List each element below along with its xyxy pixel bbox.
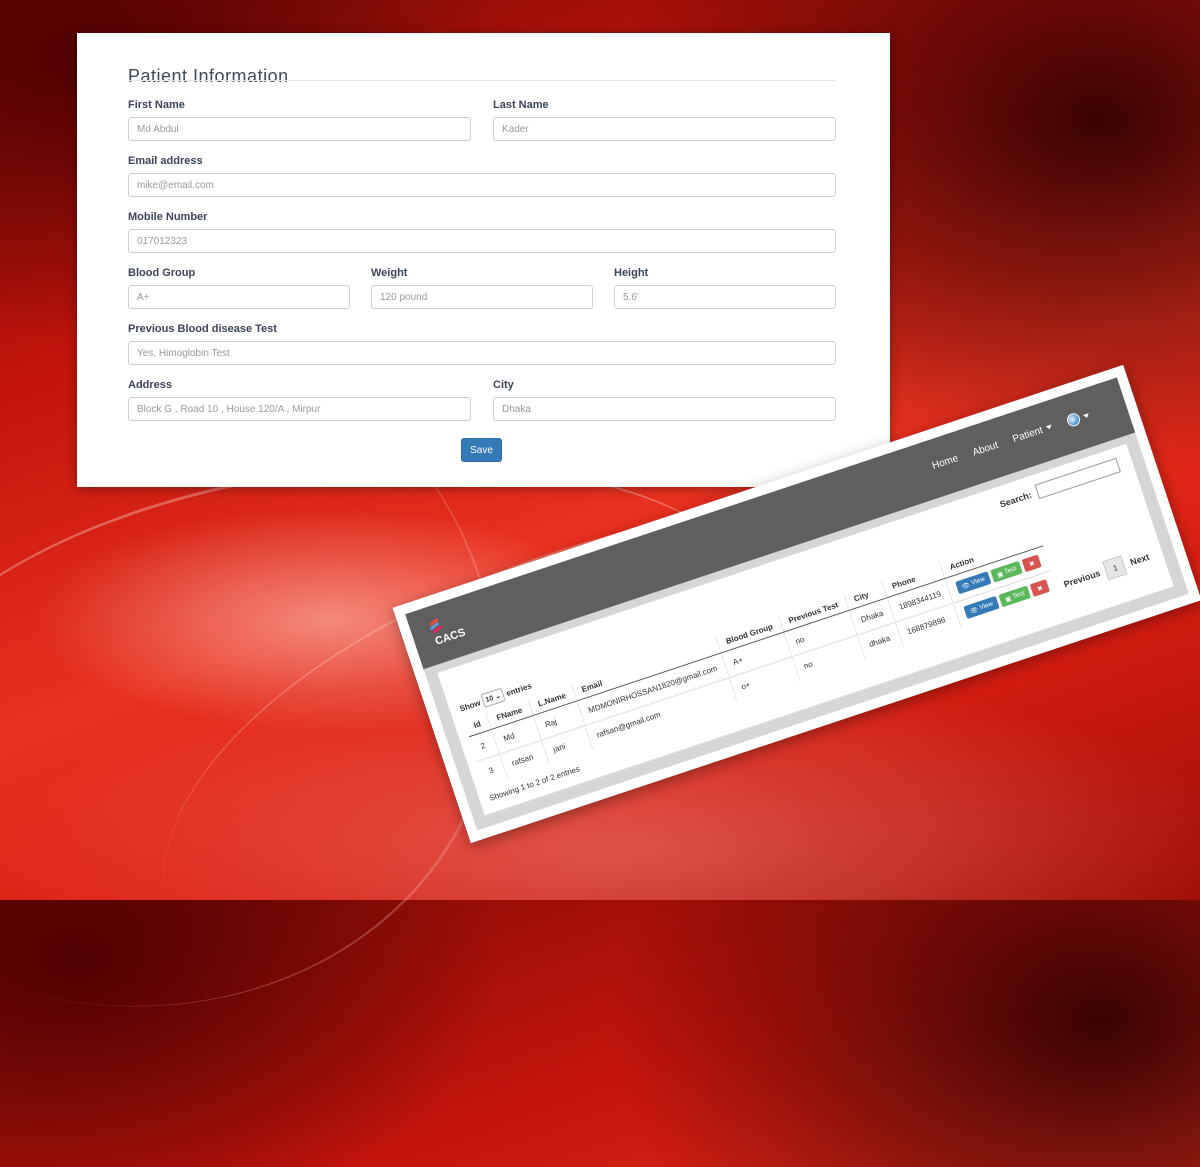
pagination-page-1[interactable]: 1 [1102, 555, 1128, 581]
close-icon: ✖ [1028, 559, 1036, 568]
view-button-label: View [970, 575, 986, 587]
last-name-label: Last Name [493, 99, 549, 111]
email-label: Email address [128, 155, 203, 167]
title-divider [128, 80, 836, 81]
last-name-field[interactable] [493, 117, 836, 141]
nav-home[interactable]: Home [931, 453, 960, 472]
user-menu[interactable] [1065, 408, 1091, 429]
view-button-label: View [978, 600, 995, 612]
mobile-label: Mobile Number [128, 211, 208, 223]
brand-logo[interactable]: CACS [421, 611, 470, 656]
test-button[interactable]: ▣ Test [998, 585, 1032, 608]
mobile-field[interactable] [128, 229, 836, 253]
patient-information-card: Patient Information First Name Last Name… [77, 33, 890, 487]
chevron-down-icon [1082, 412, 1090, 419]
test-button-label: Test [1011, 589, 1026, 601]
city-label: City [493, 379, 514, 391]
entries-label: entries [504, 680, 533, 698]
test-button-label: Test [1003, 565, 1018, 576]
show-label: Show [458, 697, 482, 714]
blood-group-label: Blood Group [128, 267, 196, 279]
delete-button[interactable]: ✖ [1021, 554, 1042, 573]
delete-button[interactable]: ✖ [1029, 579, 1051, 597]
blood-group-field[interactable] [128, 285, 350, 309]
pagination-next[interactable]: Next [1129, 552, 1151, 568]
pagination: Previous 1 Next [1061, 547, 1152, 594]
entries-select[interactable]: 10 ⌄ [480, 687, 506, 708]
page-title: Patient Information [128, 66, 289, 86]
nav-about[interactable]: About [971, 440, 999, 459]
eye-icon: 👁 [960, 581, 971, 591]
nav-patient-label: Patient [1011, 424, 1045, 446]
view-button[interactable]: 👁 View [963, 595, 1000, 620]
search-input[interactable] [1034, 457, 1121, 500]
previous-test-field[interactable] [128, 341, 836, 365]
address-label: Address [128, 379, 173, 391]
height-field[interactable] [614, 285, 836, 309]
save-button[interactable]: Save [461, 438, 502, 462]
close-icon: ✖ [1036, 584, 1044, 593]
chevron-down-icon [1045, 424, 1053, 431]
previous-test-label: Previous Blood disease Test [128, 323, 277, 335]
test-icon: ▣ [1004, 594, 1013, 604]
chevron-down-icon: ⌄ [494, 692, 502, 701]
city-field[interactable] [493, 397, 836, 421]
view-button[interactable]: 👁 View [954, 571, 992, 595]
pagination-previous[interactable]: Previous [1062, 568, 1101, 589]
first-name-field[interactable] [128, 117, 471, 141]
entries-select-value: 10 [484, 694, 495, 704]
avatar [1065, 411, 1082, 429]
eye-icon: 👁 [968, 605, 980, 616]
email-field[interactable] [128, 173, 836, 197]
address-field[interactable] [128, 397, 471, 421]
height-label: Height [614, 267, 649, 279]
weight-label: Weight [371, 267, 408, 279]
table-header-row: Id FName L.Name Email Blood Group Previo… [463, 529, 1044, 737]
test-icon: ▣ [996, 570, 1005, 579]
test-button[interactable]: ▣ Test [990, 560, 1023, 583]
first-name-label: First Name [128, 99, 185, 111]
weight-field[interactable] [371, 285, 593, 309]
nav-patient-dropdown[interactable]: Patient [1011, 422, 1054, 445]
search-label: Search: [998, 489, 1033, 510]
